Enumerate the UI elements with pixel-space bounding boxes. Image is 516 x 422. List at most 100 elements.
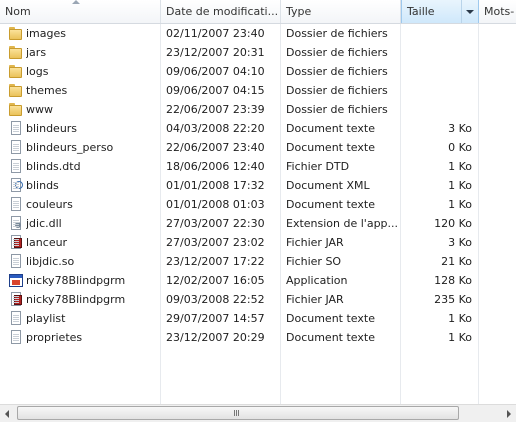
file-type: Document texte bbox=[286, 122, 375, 135]
file-type: Fichier DTD bbox=[286, 160, 350, 173]
column-header-size[interactable]: Taille bbox=[401, 0, 479, 23]
column-header-date-label: Date de modificati... bbox=[166, 5, 279, 18]
file-size: 120 Ko bbox=[434, 217, 472, 230]
file-date: 27/03/2007 23:02 bbox=[166, 236, 265, 249]
file-row[interactable]: blinds 01/01/2008 17:32 Document XML 1 Ko bbox=[0, 176, 516, 195]
text-file-icon bbox=[9, 121, 23, 136]
file-size: 235 Ko bbox=[434, 293, 472, 306]
file-row[interactable]: logs 09/06/2007 04:10 Dossier de fichiers bbox=[0, 62, 516, 81]
file-row[interactable]: libjdic.so 23/12/2007 17:22 Fichier SO 21 K… bbox=[0, 252, 516, 271]
file-size bbox=[402, 100, 472, 119]
jar-file-icon bbox=[9, 292, 23, 307]
file-date: 09/06/2007 04:10 bbox=[166, 65, 265, 78]
file-row[interactable]: themes 09/06/2007 04:15 Dossier de fichier… bbox=[0, 81, 516, 100]
file-date: 09/06/2007 04:15 bbox=[166, 84, 265, 97]
file-date: 02/11/2007 23:40 bbox=[166, 27, 265, 40]
text-file-icon bbox=[9, 140, 23, 155]
file-date: 04/03/2008 22:20 bbox=[166, 122, 265, 135]
file-type: Document texte bbox=[286, 331, 375, 344]
file-name: lanceur bbox=[26, 236, 68, 249]
file-row[interactable]: nicky78Blindpgrm 09/03/2008 22:52 Fichier … bbox=[0, 290, 516, 309]
file-size bbox=[402, 81, 472, 100]
file-type: Document texte bbox=[286, 312, 375, 325]
file-size: 1 Ko bbox=[448, 179, 472, 192]
file-date: 27/03/2007 22:30 bbox=[166, 217, 265, 230]
file-type: Extension de l'app... bbox=[286, 217, 398, 230]
column-header-type[interactable]: Type bbox=[281, 0, 401, 23]
file-date: 01/01/2008 17:32 bbox=[166, 179, 265, 192]
file-name: playlist bbox=[26, 312, 66, 325]
file-name: jars bbox=[26, 46, 47, 59]
file-name: themes bbox=[26, 84, 68, 97]
file-type: Document XML bbox=[286, 179, 370, 192]
file-row[interactable]: blindeurs 04/03/2008 22:20 Document texte 3… bbox=[0, 119, 516, 138]
file-name: libjdic.so bbox=[26, 255, 75, 268]
column-header-tags[interactable]: Mots- bbox=[479, 0, 516, 23]
scroll-left-button[interactable] bbox=[0, 405, 16, 422]
file-type: Fichier JAR bbox=[286, 293, 344, 306]
file-date: 23/12/2007 17:22 bbox=[166, 255, 265, 268]
file-date: 29/07/2007 14:57 bbox=[166, 312, 265, 325]
file-size: 3 Ko bbox=[448, 122, 472, 135]
file-row[interactable]: playlist 29/07/2007 14:57 Document texte 1 … bbox=[0, 309, 516, 328]
column-header-date[interactable]: Date de modificati... bbox=[161, 0, 281, 23]
file-size: 0 Ko bbox=[448, 141, 472, 154]
dtd-file-icon bbox=[9, 159, 23, 174]
file-name: logs bbox=[26, 65, 49, 78]
file-name: jdic.dll bbox=[26, 217, 62, 230]
file-type: Dossier de fichiers bbox=[286, 84, 388, 97]
file-row[interactable]: jdic.dll 27/03/2007 22:30 Extension de l'a… bbox=[0, 214, 516, 233]
file-size: 1 Ko bbox=[448, 312, 472, 325]
file-name: blinds.dtd bbox=[26, 160, 81, 173]
application-icon bbox=[9, 273, 23, 288]
file-type: Dossier de fichiers bbox=[286, 46, 388, 59]
file-date: 09/03/2008 22:52 bbox=[166, 293, 265, 306]
file-type: Fichier JAR bbox=[286, 236, 344, 249]
file-type: Dossier de fichiers bbox=[286, 65, 388, 78]
file-name: blindeurs_perso bbox=[26, 141, 114, 154]
scroll-right-button[interactable] bbox=[500, 405, 516, 422]
sort-arrow-icon bbox=[72, 0, 80, 4]
text-file-icon bbox=[9, 330, 23, 345]
column-filter-dropdown-icon[interactable] bbox=[461, 0, 478, 23]
folder-icon bbox=[9, 26, 23, 41]
column-header-name-label: Nom bbox=[5, 5, 31, 18]
file-row[interactable]: blinds.dtd 18/06/2006 12:40 Fichier DTD 1 K… bbox=[0, 157, 516, 176]
folder-icon bbox=[9, 64, 23, 79]
file-date: 22/06/2007 23:40 bbox=[166, 141, 265, 154]
file-size bbox=[402, 62, 472, 81]
file-size: 1 Ko bbox=[448, 160, 472, 173]
file-size: 3 Ko bbox=[448, 236, 472, 249]
file-row[interactable]: nicky78Blindpgrm 12/02/2007 16:05 Applicat… bbox=[0, 271, 516, 290]
horizontal-scrollbar[interactable] bbox=[0, 404, 516, 422]
file-size: 21 Ko bbox=[441, 255, 472, 268]
file-row[interactable]: proprietes 23/12/2007 20:29 Document texte… bbox=[0, 328, 516, 347]
file-type: Application bbox=[286, 274, 348, 287]
so-file-icon bbox=[9, 254, 23, 269]
file-type: Document texte bbox=[286, 141, 375, 154]
file-name: blinds bbox=[26, 179, 59, 192]
file-row[interactable]: blindeurs_perso 22/06/2007 23:40 Document … bbox=[0, 138, 516, 157]
column-header-type-label: Type bbox=[286, 5, 312, 18]
folder-icon bbox=[9, 102, 23, 117]
dll-file-icon bbox=[9, 216, 23, 231]
folder-icon bbox=[9, 83, 23, 98]
file-date: 23/12/2007 20:29 bbox=[166, 331, 265, 344]
file-row[interactable]: jars 23/12/2007 20:31 Dossier de fichiers bbox=[0, 43, 516, 62]
scrollbar-thumb[interactable] bbox=[17, 406, 459, 420]
file-name: www bbox=[26, 103, 53, 116]
folder-icon bbox=[9, 45, 23, 60]
file-row[interactable]: lanceur 27/03/2007 23:02 Fichier JAR 3 Ko bbox=[0, 233, 516, 252]
file-row[interactable]: www 22/06/2007 23:39 Dossier de fichiers bbox=[0, 100, 516, 119]
file-row[interactable]: images 02/11/2007 23:40 Dossier de fichier… bbox=[0, 24, 516, 43]
file-date: 18/06/2006 12:40 bbox=[166, 160, 265, 173]
file-date: 22/06/2007 23:39 bbox=[166, 103, 265, 116]
xml-file-icon bbox=[9, 178, 23, 193]
file-size: 128 Ko bbox=[434, 274, 472, 287]
file-row[interactable]: couleurs 01/01/2008 01:03 Document texte 1 … bbox=[0, 195, 516, 214]
column-header-name[interactable]: Nom bbox=[0, 0, 161, 23]
grip-icon bbox=[234, 410, 235, 416]
text-file-icon bbox=[9, 311, 23, 326]
file-name: images bbox=[26, 27, 66, 40]
file-type: Fichier SO bbox=[286, 255, 342, 268]
